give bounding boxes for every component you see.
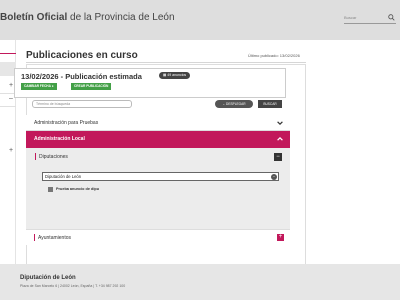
- page-title: Publicaciones en curso: [26, 50, 138, 61]
- last-publication-text: Último publicado: 13/02/2026: [248, 53, 300, 58]
- accordion-admin-pruebas[interactable]: Administración para Pruebas: [26, 115, 290, 131]
- create-publication-button[interactable]: CREAR PUBLICACIÓN: [71, 83, 112, 90]
- title-divider: [26, 62, 306, 63]
- chevron-down-icon[interactable]: [276, 119, 284, 127]
- chevron-down-icon: ⌄: [222, 102, 226, 106]
- change-date-button[interactable]: CAMBIAR FECHA ●: [21, 83, 57, 90]
- sidebar-accent-line: [0, 53, 16, 54]
- announcement-item[interactable]: Prueba anuncio de dipu: [46, 185, 281, 196]
- accordion-label: Ayuntamientos: [38, 235, 71, 241]
- footer-address: Plaza de San Marcelo 6 | 24002 León, Esp…: [20, 284, 126, 288]
- search-button[interactable]: BUSCAR: [258, 100, 282, 108]
- accordion-label: Administración para Pruebas: [34, 120, 99, 126]
- announcement-title: Prueba anuncio de dipu: [56, 187, 100, 191]
- publication-card: 13/02/2026 - Publicación estimada ▦ 49 a…: [14, 68, 286, 98]
- chevron-up-icon[interactable]: [276, 135, 284, 143]
- footer-name: Diputación de León: [20, 275, 76, 281]
- sidebar-expand-icon[interactable]: +: [9, 147, 13, 154]
- announcement-count-badge: ▦ 49 anuncios: [159, 72, 191, 79]
- info-icon: ●: [51, 84, 54, 88]
- search-icon[interactable]: [388, 14, 395, 21]
- sidebar-divider: [0, 106, 16, 107]
- search-input[interactable]: Buscar: [344, 13, 396, 24]
- accordion-label: Diputación de León: [45, 174, 82, 179]
- document-icon: [48, 187, 53, 192]
- site-title[interactable]: Boletín Oficial de la Provincia de León: [0, 12, 175, 23]
- sidebar-expand-icon[interactable]: +: [9, 82, 13, 89]
- accordion-admin-local[interactable]: Administración Local: [26, 131, 290, 148]
- publication-date-title: 13/02/2026 - Publicación estimada: [21, 72, 142, 81]
- accordion-label: Diputaciones: [39, 154, 68, 160]
- expand-all-button[interactable]: ⌄ DESPLEGAR: [215, 100, 253, 108]
- collapse-icon[interactable]: −: [274, 153, 282, 161]
- accordion-diputaciones[interactable]: Diputaciones −: [32, 151, 284, 163]
- expand-icon[interactable]: +: [277, 234, 284, 241]
- sidebar-collapse-icon[interactable]: –: [9, 95, 13, 102]
- accordion-ayuntamientos[interactable]: Ayuntamientos +: [26, 229, 290, 245]
- announcement-icon: ▦: [163, 73, 167, 77]
- site-footer: Diputación de León Plaza de San Marcelo …: [0, 264, 400, 300]
- section-marker: [34, 234, 35, 241]
- section-marker: [35, 153, 36, 160]
- site-header: Boletín Oficial de la Provincia de León …: [0, 0, 400, 40]
- accordion-diputacion-leon[interactable]: Diputación de León −: [42, 172, 279, 181]
- accordion-label: Administración Local: [34, 136, 85, 142]
- search-term-input[interactable]: Término de búsqueda: [32, 100, 132, 108]
- collapse-circle-icon[interactable]: −: [271, 174, 277, 180]
